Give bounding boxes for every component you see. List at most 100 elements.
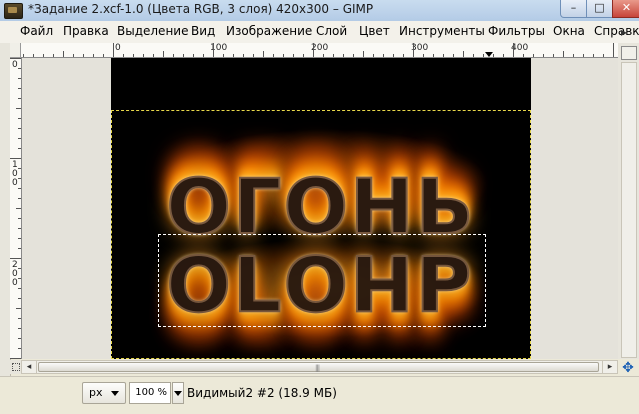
unit-select[interactable]: px [82,382,126,404]
ruler-tick [223,54,224,57]
menu-bar: Файл Правка Выделение Вид Изображение Сл… [0,21,639,44]
ruler-tick [433,54,434,57]
ruler-tick [18,98,21,99]
ruler-tick [573,54,574,57]
ruler-tick [10,58,21,59]
ruler-tick [53,54,54,57]
ruler-tick [473,54,474,57]
window-title: *Задание 2.xcf-1.0 (Цвета RGB, 3 слоя) 4… [28,2,374,16]
ruler-tick [373,54,374,57]
ruler-tick [323,54,324,57]
image-canvas[interactable]: ОГОНЬ ОГОНЬ [111,58,531,359]
ruler-tick [83,54,84,57]
ruler-tick [113,43,114,57]
ruler-tick [243,54,244,57]
menu-windows[interactable]: Окна [553,24,585,38]
ruler-tick [18,78,21,79]
ruler-tick [253,54,254,57]
ruler-top-label: 0 [115,43,121,53]
ruler-tick [283,54,284,57]
ruler-tick [493,54,494,57]
ruler-tick [523,54,524,57]
ruler-tick [563,51,564,57]
ruler-tick [33,54,34,57]
ruler-tick [18,328,21,329]
ruler-tick [103,54,104,57]
ruler-tick [18,218,21,219]
ruler-tick [533,54,534,57]
ruler-tick [18,298,21,299]
menu-select[interactable]: Выделение [117,24,188,38]
ruler-tick [18,168,21,169]
ruler-tick [503,54,504,57]
quick-mask-icon [12,363,20,371]
horizontal-scrollbar[interactable]: ◂ ||| ▸ [21,360,618,374]
ruler-tick [443,54,444,57]
status-bar: px 100 % Видимый2 #2 (18.9 МБ) [0,376,639,414]
ruler-tick [16,208,21,209]
ruler-tick [403,54,404,57]
ruler-tick [43,54,44,57]
menu-image[interactable]: Изображение [226,24,312,38]
ruler-top[interactable]: 0 100 200 300 400 [21,43,618,58]
ruler-left[interactable]: 0 100 200 [10,58,22,359]
ruler-tick [333,54,334,57]
ruler-tick [513,43,514,57]
gimp-icon [4,3,23,19]
menu-layer[interactable]: Слой [316,24,347,38]
pointer-marker-icon [485,52,493,57]
ruler-tick [303,54,304,57]
unit-value: px [89,386,103,399]
ruler-tick [363,51,364,57]
zoom-dropdown-button[interactable] [172,382,184,404]
ruler-left-label: 200 [12,260,18,288]
ruler-tick [18,148,21,149]
scroll-left-button[interactable]: ◂ [22,361,37,373]
ruler-tick [18,248,21,249]
ruler-tick [10,358,21,359]
zoom-input[interactable]: 100 % [129,382,171,404]
chevron-down-icon [174,391,182,396]
ruler-tick [463,51,464,57]
ruler-tick [18,338,21,339]
ruler-tick [18,138,21,139]
zoom-follow-button[interactable] [621,46,637,60]
menu-view[interactable]: Вид [191,24,215,38]
ruler-tick [583,54,584,57]
menu-overflow-icon[interactable]: ▸ [621,25,627,39]
menu-tools[interactable]: Инструменты [399,24,485,38]
ruler-tick [593,54,594,57]
canvas-area[interactable]: ОГОНЬ ОГОНЬ [22,58,618,359]
ruler-tick [213,43,214,57]
ruler-tick [10,158,21,159]
selection-marquee[interactable] [158,234,486,327]
ruler-tick [193,54,194,57]
scroll-right-button[interactable]: ▸ [602,361,617,373]
menu-filters[interactable]: Фильтры [488,24,545,38]
vertical-scrollbar[interactable] [621,62,637,358]
ruler-corner[interactable] [10,43,21,58]
navigate-icon[interactable]: ✥ [619,360,637,376]
title-bar: *Задание 2.xcf-1.0 (Цвета RGB, 3 слоя) 4… [0,0,639,22]
ruler-tick [613,43,614,57]
menu-file[interactable]: Файл [20,24,53,38]
chevron-down-icon [111,391,119,396]
ruler-tick [233,54,234,57]
layer-status-text: Видимый2 #2 (18.9 МБ) [187,386,337,400]
ruler-tick [263,51,264,57]
ruler-tick [18,118,21,119]
minimize-button[interactable]: – [560,0,587,18]
ruler-tick [423,54,424,57]
menu-colors[interactable]: Цвет [359,24,390,38]
ruler-tick [553,54,554,57]
maximize-button[interactable]: □ [586,0,613,18]
ruler-tick [18,238,21,239]
menu-edit[interactable]: Правка [63,24,109,38]
close-button[interactable]: ✕ [612,0,639,18]
scrollbar-thumb[interactable]: ||| [38,362,599,372]
ruler-tick [18,198,21,199]
ruler-tick [293,54,294,57]
menu-help[interactable]: Справк [594,24,639,38]
quick-mask-toggle[interactable] [10,360,21,374]
ruler-left-label: 100 [12,160,18,188]
